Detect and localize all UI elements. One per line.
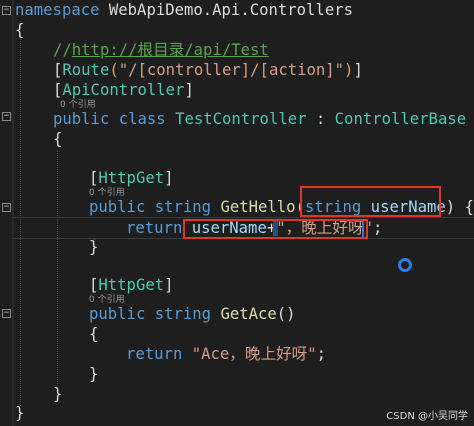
route-attribute-name: Route — [62, 61, 110, 79]
httpget-bracket-close: ] — [164, 276, 174, 294]
inheritance-colon: : — [306, 110, 335, 128]
code-line-httpget-2[interactable]: [HttpGet] — [89, 275, 174, 295]
httpget-attribute-name: HttpGet — [98, 169, 165, 187]
code-line-brace[interactable]: { — [15, 20, 24, 40]
ace-string-literal: "Ace，晚上好呀" — [182, 345, 317, 363]
public-keyword: public — [53, 110, 110, 128]
code-line-getace-signature[interactable]: public string GetAce() — [89, 304, 296, 324]
indent-guide — [57, 150, 58, 384]
loading-indicator-icon — [398, 258, 412, 272]
class-open-brace: { — [53, 130, 63, 148]
apicontroller-attribute-name: ApiController — [62, 81, 185, 99]
public-keyword: public — [89, 305, 146, 323]
statement-semicolon: ; — [372, 219, 383, 237]
return-keyword: return — [126, 219, 183, 237]
string-keyword: string — [145, 198, 221, 216]
empty-parens: () — [276, 305, 296, 323]
namespace-close-brace: } — [15, 404, 25, 422]
method-open-brace: { — [89, 325, 99, 343]
code-line-namespace-close[interactable]: } — [15, 403, 24, 423]
class-close-brace: } — [53, 385, 63, 403]
method-close-brace: } — [89, 365, 99, 383]
fold-toggle-gethello[interactable]: − — [2, 203, 11, 212]
code-line-route-attribute[interactable]: [Route("/[controller]/[action]")] — [53, 60, 363, 80]
code-line-class-close[interactable]: } — [53, 384, 62, 404]
string-keyword: string — [145, 305, 221, 323]
return-keyword: return — [126, 345, 183, 363]
code-line-method2-close[interactable]: } — [89, 364, 98, 384]
httpget-bracket-close: ] — [164, 169, 174, 187]
route-bracket-close: ] — [353, 61, 363, 79]
fold-toggle-namespace[interactable]: − — [2, 6, 11, 15]
httpget-bracket-open: [ — [89, 276, 99, 294]
param-close-paren-brace: ) { — [445, 198, 474, 216]
class-keyword: class — [109, 110, 176, 128]
code-line-apicontroller-attribute[interactable]: [ApiController] — [53, 80, 194, 100]
fold-toggle-getace[interactable]: − — [2, 309, 11, 318]
fold-toggle-class[interactable]: − — [2, 112, 11, 121]
watermark-text: CSDN @小吴同学 — [386, 411, 468, 422]
httpget-bracket-open: [ — [89, 169, 99, 187]
code-line-comment[interactable]: //http://根目录/api/Test — [53, 40, 269, 60]
route-template-string: ("/[controller]/[action]") — [109, 61, 354, 79]
method-name-gethello: GetHello — [220, 198, 296, 216]
code-line-class-brace[interactable]: { — [53, 129, 62, 149]
public-keyword: public — [89, 198, 146, 216]
highlight-box-parameter — [300, 186, 441, 217]
method-close-brace: } — [89, 238, 99, 256]
method-name-getace: GetAce — [220, 305, 277, 323]
httpget-attribute-name: HttpGet — [98, 276, 165, 294]
namespace-name: WebApiDemo.Api.Controllers — [99, 1, 353, 19]
highlight-box-concatenation — [183, 219, 368, 239]
comment-prefix: // — [53, 41, 72, 59]
class-name: TestController — [175, 110, 307, 128]
code-line-namespace[interactable]: namespace WebApiDemo.Api.Controllers — [15, 0, 353, 20]
code-line-method2-open[interactable]: { — [89, 324, 98, 344]
editor-gutter — [0, 0, 12, 426]
statement-semicolon: ; — [316, 345, 327, 363]
namespace-keyword: namespace — [15, 1, 100, 19]
base-class-name: ControllerBase — [334, 110, 467, 128]
code-line-httpget-1[interactable]: [HttpGet] — [89, 168, 174, 188]
namespace-open-brace: { — [15, 21, 25, 39]
apicontroller-bracket-open: [ — [53, 81, 63, 99]
code-line-method1-close[interactable]: } — [89, 237, 98, 257]
comment-url-link[interactable]: http://根目录/api/Test — [72, 41, 269, 59]
route-bracket-open: [ — [53, 61, 63, 79]
apicontroller-bracket-close: ] — [184, 81, 194, 99]
change-margin — [12, 0, 14, 426]
code-line-class-declaration[interactable]: public class TestController : Controller… — [53, 109, 466, 129]
code-line-return-2[interactable]: return "Ace，晚上好呀"; — [126, 344, 326, 364]
code-editor[interactable]: − − − − namespace WebApiDemo.Api.Control… — [0, 0, 474, 426]
